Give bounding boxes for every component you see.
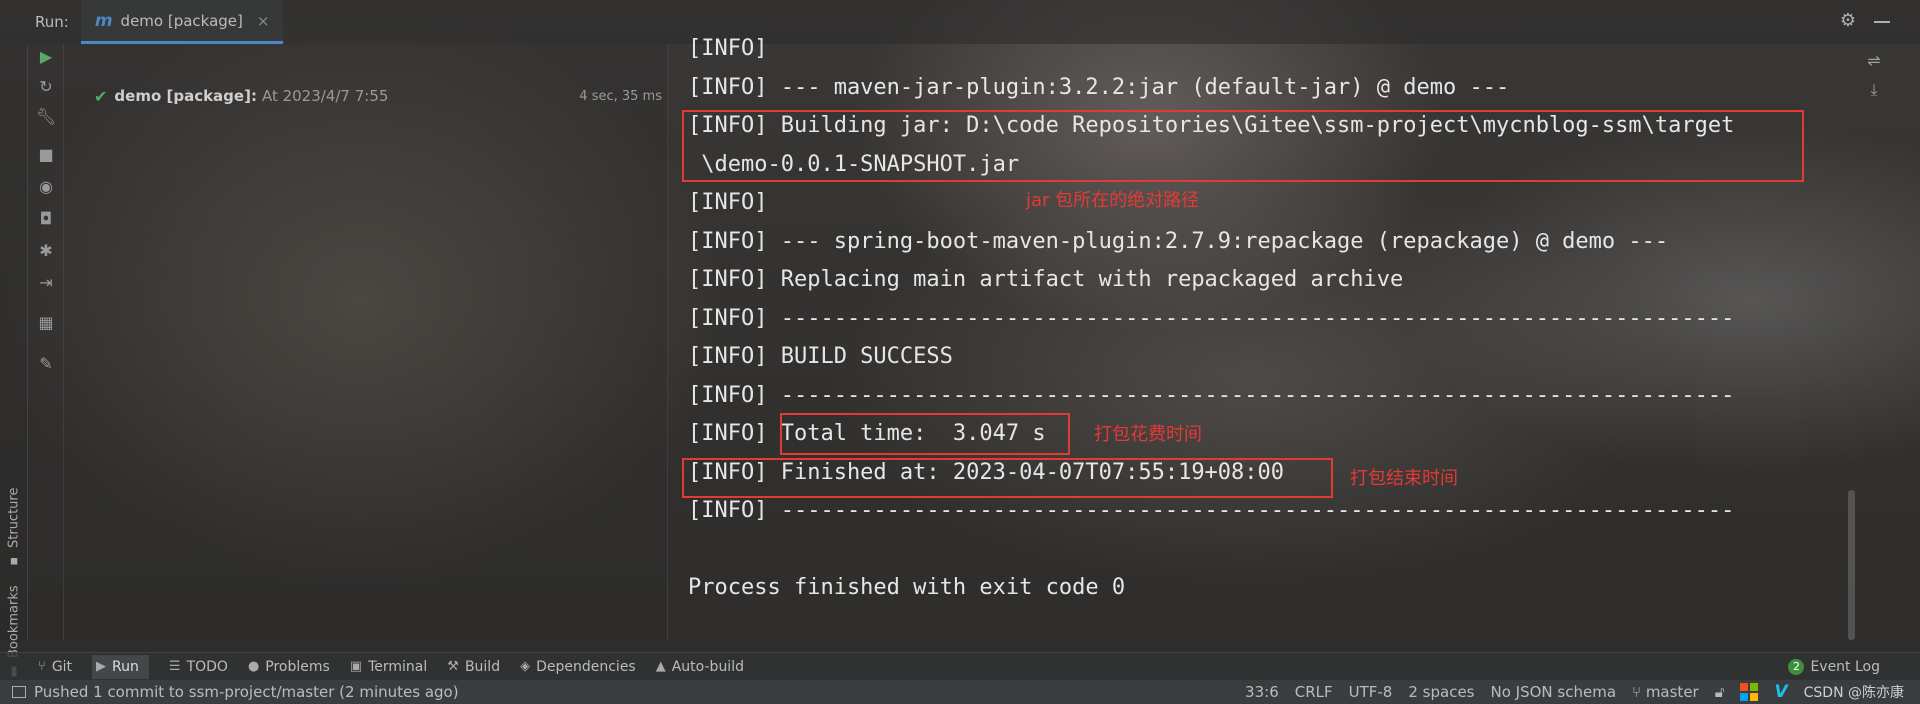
tab-auto-build[interactable]: ▲ Auto-build bbox=[656, 659, 744, 675]
tab-git-label: Git bbox=[51, 658, 73, 675]
soft-wrap-icon[interactable]: ⇌ bbox=[1862, 48, 1886, 72]
hammer-icon: ⚒ bbox=[447, 659, 459, 674]
tab-dependencies-label: Dependencies bbox=[536, 658, 636, 675]
console-line: [INFO] --- spring-boot-maven-plugin:2.7.… bbox=[688, 228, 1669, 254]
console-line: [INFO] BUILD SUCCESS bbox=[688, 344, 953, 369]
structure-icon: ▪ bbox=[6, 554, 22, 569]
jar-path-note: jar 包所在的绝对路径 bbox=[1026, 190, 1200, 211]
console-side-toolbar: ⇌ ⤓ bbox=[1858, 44, 1890, 640]
console-line: [INFO] Replacing main artifact with repa… bbox=[688, 267, 1404, 292]
tab-build[interactable]: ⚒ Build bbox=[447, 659, 500, 675]
tab-terminal-label: Terminal bbox=[368, 658, 428, 675]
event-count-badge: 2 bbox=[1788, 658, 1805, 675]
console-output[interactable]: [INFO] [INFO] --- maven-jar-plugin:3.2.2… bbox=[668, 30, 1868, 640]
bookmarks-tab-label: Bookmarks bbox=[6, 585, 22, 658]
finished-at-note: 打包结束时间 bbox=[1350, 468, 1458, 489]
minimize-icon[interactable] bbox=[1874, 21, 1890, 23]
run-tree-item[interactable]: ✔ demo [package]: At 2023/4/7 7:55 4 sec… bbox=[94, 84, 662, 108]
left-side-strip: ▪ Structure ▮ Bookmarks bbox=[0, 44, 28, 679]
check-icon: ✔ bbox=[94, 86, 108, 106]
bug-icon[interactable]: ✱ bbox=[34, 238, 58, 262]
console-line: [INFO] --- maven-jar-plugin:3.2.2:jar (d… bbox=[688, 74, 1510, 100]
wrench-icon[interactable]: 🔧︎ bbox=[34, 104, 58, 128]
tab-git[interactable]: ⑂ Git bbox=[38, 659, 72, 675]
run-duration: 4 sec, 35 ms bbox=[579, 88, 662, 104]
tab-label: demo [package] bbox=[120, 11, 243, 30]
exit-icon[interactable]: ⇥ bbox=[34, 270, 58, 294]
run-toolbar: ▶ ↻ 🔧︎ ■ ◉ ◘ ✱ ⇥ ▦ ✎ bbox=[28, 44, 64, 640]
gear-icon[interactable]: ⚙ bbox=[1838, 11, 1858, 31]
git-branch-icon: ⑂ bbox=[1632, 683, 1642, 701]
info-icon: ● bbox=[247, 659, 260, 674]
windows-icon bbox=[1740, 683, 1759, 701]
layers-icon: ◈ bbox=[520, 659, 531, 674]
git-branch-icon: ⑂ bbox=[38, 659, 46, 674]
jar-path-highlight-box bbox=[682, 110, 1804, 182]
tab-auto-build-label: Auto-build bbox=[671, 658, 744, 675]
eye-icon[interactable]: ◉ bbox=[34, 174, 58, 198]
status-message[interactable]: Pushed 1 commit to ssm-project/master (2… bbox=[34, 683, 459, 701]
tab-problems-label: Problems bbox=[265, 658, 330, 675]
run-name: demo [package]: bbox=[114, 87, 257, 105]
event-log-label: Event Log bbox=[1810, 658, 1880, 675]
indent-setting[interactable]: 2 spaces bbox=[1408, 683, 1474, 701]
console-scrollbar[interactable] bbox=[1848, 490, 1855, 640]
plugin-v-icon: V bbox=[1774, 682, 1788, 702]
tab-dependencies[interactable]: ◈ Dependencies bbox=[520, 659, 636, 675]
camera-icon[interactable]: ◘ bbox=[34, 206, 58, 230]
tab-run[interactable]: ▶ Run bbox=[92, 654, 149, 679]
run-label: Run: bbox=[35, 13, 69, 31]
run-time: At 2023/4/7 7:55 bbox=[261, 87, 389, 105]
finished-at-highlight-box bbox=[682, 458, 1333, 498]
rerun-failed-icon[interactable]: ↻ bbox=[34, 74, 58, 98]
terminal-icon: ▣ bbox=[349, 659, 363, 674]
console-line: [INFO] ---------------------------------… bbox=[688, 305, 1735, 331]
tab-todo[interactable]: ☰ TODO bbox=[169, 659, 228, 675]
csdn-watermark: CSDN @陈亦康 bbox=[1803, 685, 1904, 701]
tab-run-label: Run bbox=[112, 658, 139, 675]
play-icon: ▶ bbox=[96, 659, 107, 674]
structure-tab[interactable]: ▪ Structure bbox=[2, 439, 26, 569]
json-schema[interactable]: No JSON schema bbox=[1491, 683, 1617, 701]
rerun-icon[interactable]: ▶ bbox=[34, 44, 58, 68]
lock-icon[interactable]: 🔓︎ bbox=[1715, 683, 1725, 701]
file-encoding[interactable]: UTF-8 bbox=[1349, 683, 1393, 701]
scroll-to-end-icon[interactable]: ⤓ bbox=[1862, 78, 1886, 102]
caret-position[interactable]: 33:6 bbox=[1245, 683, 1279, 701]
stop-icon[interactable]: ■ bbox=[34, 142, 58, 166]
list-icon: ☰ bbox=[168, 659, 181, 674]
tab-build-label: Build bbox=[464, 658, 501, 675]
tab-todo-label: TODO bbox=[186, 658, 228, 675]
console-line: [INFO] bbox=[688, 36, 768, 61]
git-branch[interactable]: ⑂ master bbox=[1632, 683, 1699, 701]
pin-icon[interactable]: ✎ bbox=[34, 351, 58, 375]
maven-icon: m bbox=[94, 10, 113, 31]
total-time-note: 打包花费时间 bbox=[1094, 424, 1202, 445]
total-time-highlight-box bbox=[780, 413, 1070, 455]
status-bar: Pushed 1 commit to ssm-project/master (2… bbox=[0, 680, 1920, 704]
console-line: [INFO] ---------------------------------… bbox=[688, 382, 1735, 408]
tab-demo-package[interactable]: m demo [package] × bbox=[80, 0, 284, 44]
close-icon[interactable]: × bbox=[257, 12, 270, 30]
event-log-button[interactable]: 2 Event Log bbox=[1788, 658, 1880, 675]
run-tree-panel: ✔ demo [package]: At 2023/4/7 7:55 4 sec… bbox=[64, 44, 668, 640]
tab-problems[interactable]: ● Problems bbox=[248, 659, 330, 675]
structure-tab-label: Structure bbox=[6, 487, 22, 548]
tool-window-tabs: ⑂ Git ▶ Run ☰ TODO ● Problems ▣ Terminal… bbox=[0, 652, 1920, 680]
console-line: Process finished with exit code 0 bbox=[688, 575, 1126, 600]
tab-terminal[interactable]: ▣ Terminal bbox=[350, 659, 427, 675]
warning-icon: ▲ bbox=[655, 659, 666, 674]
console-line: [INFO] bbox=[688, 190, 768, 215]
git-branch-label: master bbox=[1645, 683, 1699, 701]
tool-window-toggle-icon[interactable] bbox=[12, 686, 26, 698]
layout-icon[interactable]: ▦ bbox=[34, 310, 58, 334]
line-ending[interactable]: CRLF bbox=[1295, 683, 1333, 701]
